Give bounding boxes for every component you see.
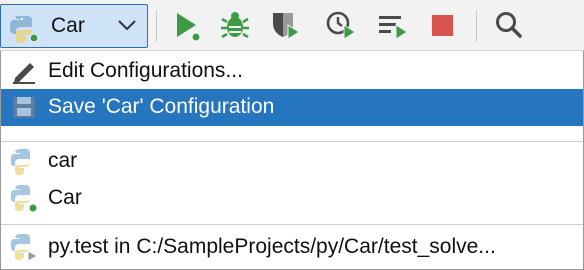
save-icon xyxy=(10,94,38,126)
toolbar-separator xyxy=(156,10,157,42)
menu-item-pytest-config[interactable]: py.test in C:/SampleProjects/py/Car/test… xyxy=(1,226,583,266)
menu-divider xyxy=(1,224,583,225)
menu-item-label: Save 'Car' Configuration xyxy=(48,95,275,118)
search-icon[interactable] xyxy=(492,8,526,42)
toolbar: Car xyxy=(0,0,584,51)
debug-icon[interactable] xyxy=(218,8,252,42)
menu-item-config-car-lower[interactable]: car xyxy=(1,141,583,179)
menu-item-config-car[interactable]: Car xyxy=(1,179,583,217)
chevron-down-icon xyxy=(117,18,137,37)
menu-item-label: car xyxy=(48,149,78,172)
run-configuration-name: Car xyxy=(51,14,85,37)
coverage-icon[interactable] xyxy=(268,8,302,42)
menu-item-label: Edit Configurations... xyxy=(48,59,243,82)
run-icon[interactable] xyxy=(170,8,204,42)
run-configurations-popup: Edit Configurations... Save 'Car' Config… xyxy=(0,51,584,270)
menu-item-save-configuration[interactable]: Save 'Car' Configuration xyxy=(1,89,583,126)
profile-icon[interactable] xyxy=(324,8,358,42)
python-icon xyxy=(10,14,42,49)
toolbar-separator xyxy=(476,10,477,42)
menu-item-label: Car xyxy=(48,186,82,209)
python-icon xyxy=(10,148,38,182)
menu-item-edit-configurations[interactable]: Edit Configurations... xyxy=(1,53,583,89)
stop-icon[interactable] xyxy=(426,8,460,42)
pencil-icon xyxy=(10,58,38,90)
run-configuration-selector[interactable]: Car xyxy=(0,4,148,48)
python-icon xyxy=(10,184,40,220)
concurrency-icon[interactable] xyxy=(376,8,410,42)
python-test-icon xyxy=(10,233,40,269)
menu-item-label: py.test in C:/SampleProjects/py/Car/test… xyxy=(48,235,496,258)
